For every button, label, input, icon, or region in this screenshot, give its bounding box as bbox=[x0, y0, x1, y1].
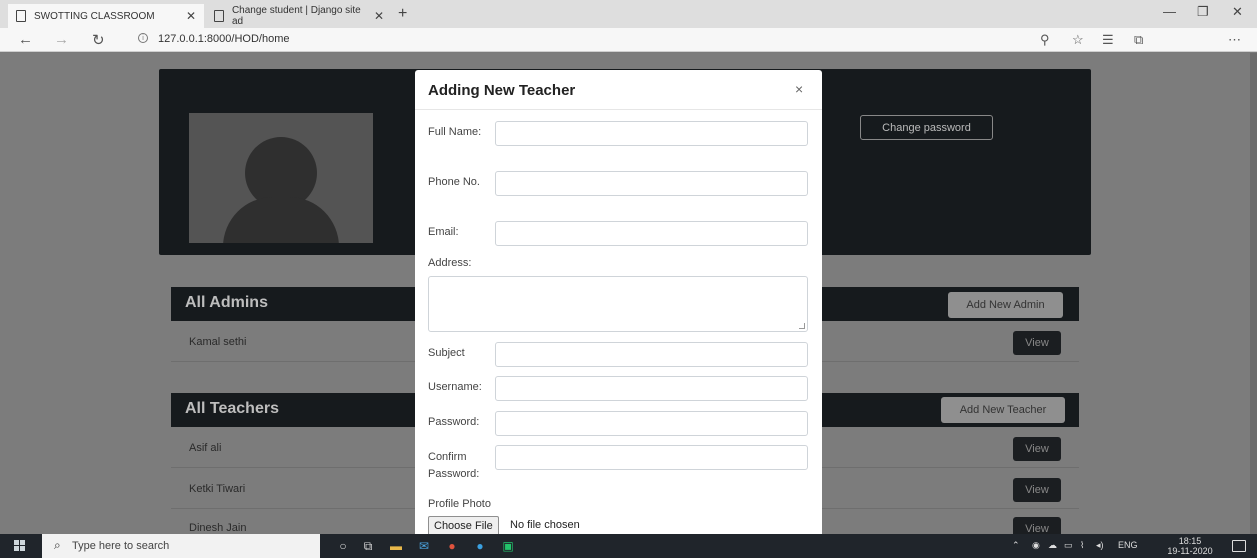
admins-title: All Admins bbox=[185, 294, 268, 311]
browser-tabstrip: SWOTTING CLASSROOM ✕ Change student | Dj… bbox=[0, 0, 1257, 28]
resize-handle[interactable] bbox=[799, 323, 805, 329]
close-icon[interactable]: ✕ bbox=[186, 9, 196, 23]
password-input[interactable] bbox=[495, 411, 808, 436]
full-name-input[interactable] bbox=[495, 121, 808, 146]
username-label: Username: bbox=[428, 381, 482, 393]
notifications-icon[interactable] bbox=[1232, 540, 1246, 552]
search-placeholder: Type here to search bbox=[72, 540, 170, 552]
file-status: No file chosen bbox=[510, 519, 580, 531]
pycharm-icon[interactable]: ▣ bbox=[500, 538, 516, 554]
battery-icon[interactable]: ▭ bbox=[1064, 540, 1073, 551]
collections-icon[interactable]: ⧉ bbox=[1134, 32, 1143, 48]
tab-title: Change student | Django site ad bbox=[231, 5, 361, 27]
add-new-teacher-button[interactable]: Add New Teacher bbox=[941, 397, 1065, 423]
username-input[interactable] bbox=[495, 376, 808, 401]
tab-change-student[interactable]: Change student | Django site ad ✕ bbox=[206, 4, 392, 28]
favorite-star-icon[interactable]: ☆ bbox=[1072, 32, 1084, 48]
search-icon: ⌕ bbox=[54, 538, 61, 552]
file-explorer-icon[interactable]: ▬ bbox=[388, 538, 404, 554]
phone-input[interactable] bbox=[495, 171, 808, 196]
tab-title: SWOTTING CLASSROOM bbox=[34, 10, 155, 22]
choose-file-button[interactable]: Choose File bbox=[428, 516, 499, 536]
address-bar: ← → ↻ i 127.0.0.1:8000/HOD/home ⚲ ☆ ☰ ⧉ … bbox=[0, 28, 1257, 75]
key-icon[interactable]: ⚲ bbox=[1040, 32, 1050, 48]
edge-icon[interactable]: ● bbox=[472, 538, 488, 554]
info-icon[interactable]: i bbox=[138, 33, 148, 43]
url-field[interactable]: 127.0.0.1:8000/HOD/home bbox=[158, 33, 289, 45]
close-icon[interactable]: ✕ bbox=[374, 9, 384, 23]
close-icon[interactable]: × bbox=[795, 81, 803, 97]
avatar-shoulders bbox=[223, 197, 339, 243]
view-teacher-button[interactable]: View bbox=[1013, 437, 1061, 461]
favorites-list-icon[interactable]: ☰ bbox=[1102, 32, 1114, 48]
more-menu-icon[interactable]: ⋯ bbox=[1228, 32, 1241, 48]
language-indicator[interactable]: ENG bbox=[1118, 540, 1138, 550]
volume-icon[interactable]: ◂) bbox=[1096, 540, 1104, 551]
add-teacher-modal: Adding New Teacher × Full Name: Phone No… bbox=[415, 70, 822, 542]
windows-start-icon[interactable] bbox=[14, 540, 26, 552]
password-label: Password: bbox=[428, 416, 480, 428]
subject-label: Subject bbox=[428, 347, 465, 359]
back-arrow-icon[interactable]: ← bbox=[18, 31, 33, 48]
confirm-password-label: Confirm Password: bbox=[428, 451, 480, 480]
address-textarea[interactable] bbox=[428, 276, 808, 332]
profile-photo-label: Profile Photo bbox=[428, 498, 491, 510]
add-new-admin-button[interactable]: Add New Admin bbox=[948, 292, 1063, 318]
wifi-icon[interactable]: ⌇ bbox=[1080, 540, 1084, 551]
view-teacher-button[interactable]: View bbox=[1013, 478, 1061, 502]
clock-date: 19-11-2020 bbox=[1167, 546, 1213, 556]
subject-input[interactable] bbox=[495, 342, 808, 367]
forward-arrow-icon[interactable]: → bbox=[54, 31, 69, 48]
clock[interactable]: 18:15 19-11-2020 bbox=[1161, 536, 1219, 556]
maximize-icon[interactable]: ❐ bbox=[1197, 4, 1209, 20]
teachers-title: All Teachers bbox=[185, 400, 279, 417]
tray-network-icon[interactable]: ◉ bbox=[1032, 540, 1040, 551]
task-view-icon[interactable]: ⧉ bbox=[360, 538, 376, 554]
page-icon bbox=[16, 10, 26, 22]
chrome-icon[interactable]: ● bbox=[444, 538, 460, 554]
admin-name: Kamal sethi bbox=[189, 336, 247, 348]
phone-label: Phone No. bbox=[428, 176, 480, 188]
taskbar-search[interactable]: ⌕ Type here to search bbox=[42, 534, 320, 558]
teacher-name: Dinesh Jain bbox=[189, 522, 247, 534]
new-tab-icon[interactable]: + bbox=[398, 5, 407, 23]
address-label: Address: bbox=[428, 257, 472, 269]
modal-header: Adding New Teacher × bbox=[415, 70, 822, 110]
windows-taskbar: ⌕ Type here to search ○ ⧉ ▬ ✉ ● ● ▣ ⌃ ◉ … bbox=[0, 534, 1257, 558]
tray-chevron-icon[interactable]: ⌃ bbox=[1012, 540, 1020, 551]
modal-title: Adding New Teacher bbox=[428, 82, 576, 99]
refresh-icon[interactable]: ↻ bbox=[92, 31, 105, 49]
teacher-name: Asif ali bbox=[189, 442, 222, 454]
mail-icon[interactable]: ✉ bbox=[416, 538, 432, 554]
tab-swotting-classroom[interactable]: SWOTTING CLASSROOM ✕ bbox=[8, 4, 204, 28]
page-icon bbox=[214, 10, 224, 22]
full-name-label: Full Name: bbox=[428, 126, 482, 138]
onedrive-icon[interactable]: ☁ bbox=[1048, 540, 1057, 551]
change-password-button[interactable]: Change password bbox=[860, 115, 993, 140]
cortana-icon[interactable]: ○ bbox=[335, 538, 351, 554]
confirm-password-input[interactable] bbox=[495, 445, 808, 470]
email-input[interactable] bbox=[495, 221, 808, 246]
view-admin-button[interactable]: View bbox=[1013, 331, 1061, 355]
page-scrollbar[interactable] bbox=[1250, 53, 1257, 534]
teacher-name: Ketki Tiwari bbox=[189, 483, 246, 495]
profile-photo bbox=[189, 113, 373, 243]
email-label: Email: bbox=[428, 226, 459, 238]
window-close-icon[interactable]: ✕ bbox=[1232, 4, 1243, 20]
minimize-icon[interactable]: — bbox=[1163, 4, 1176, 19]
clock-time: 18:15 bbox=[1178, 536, 1202, 546]
